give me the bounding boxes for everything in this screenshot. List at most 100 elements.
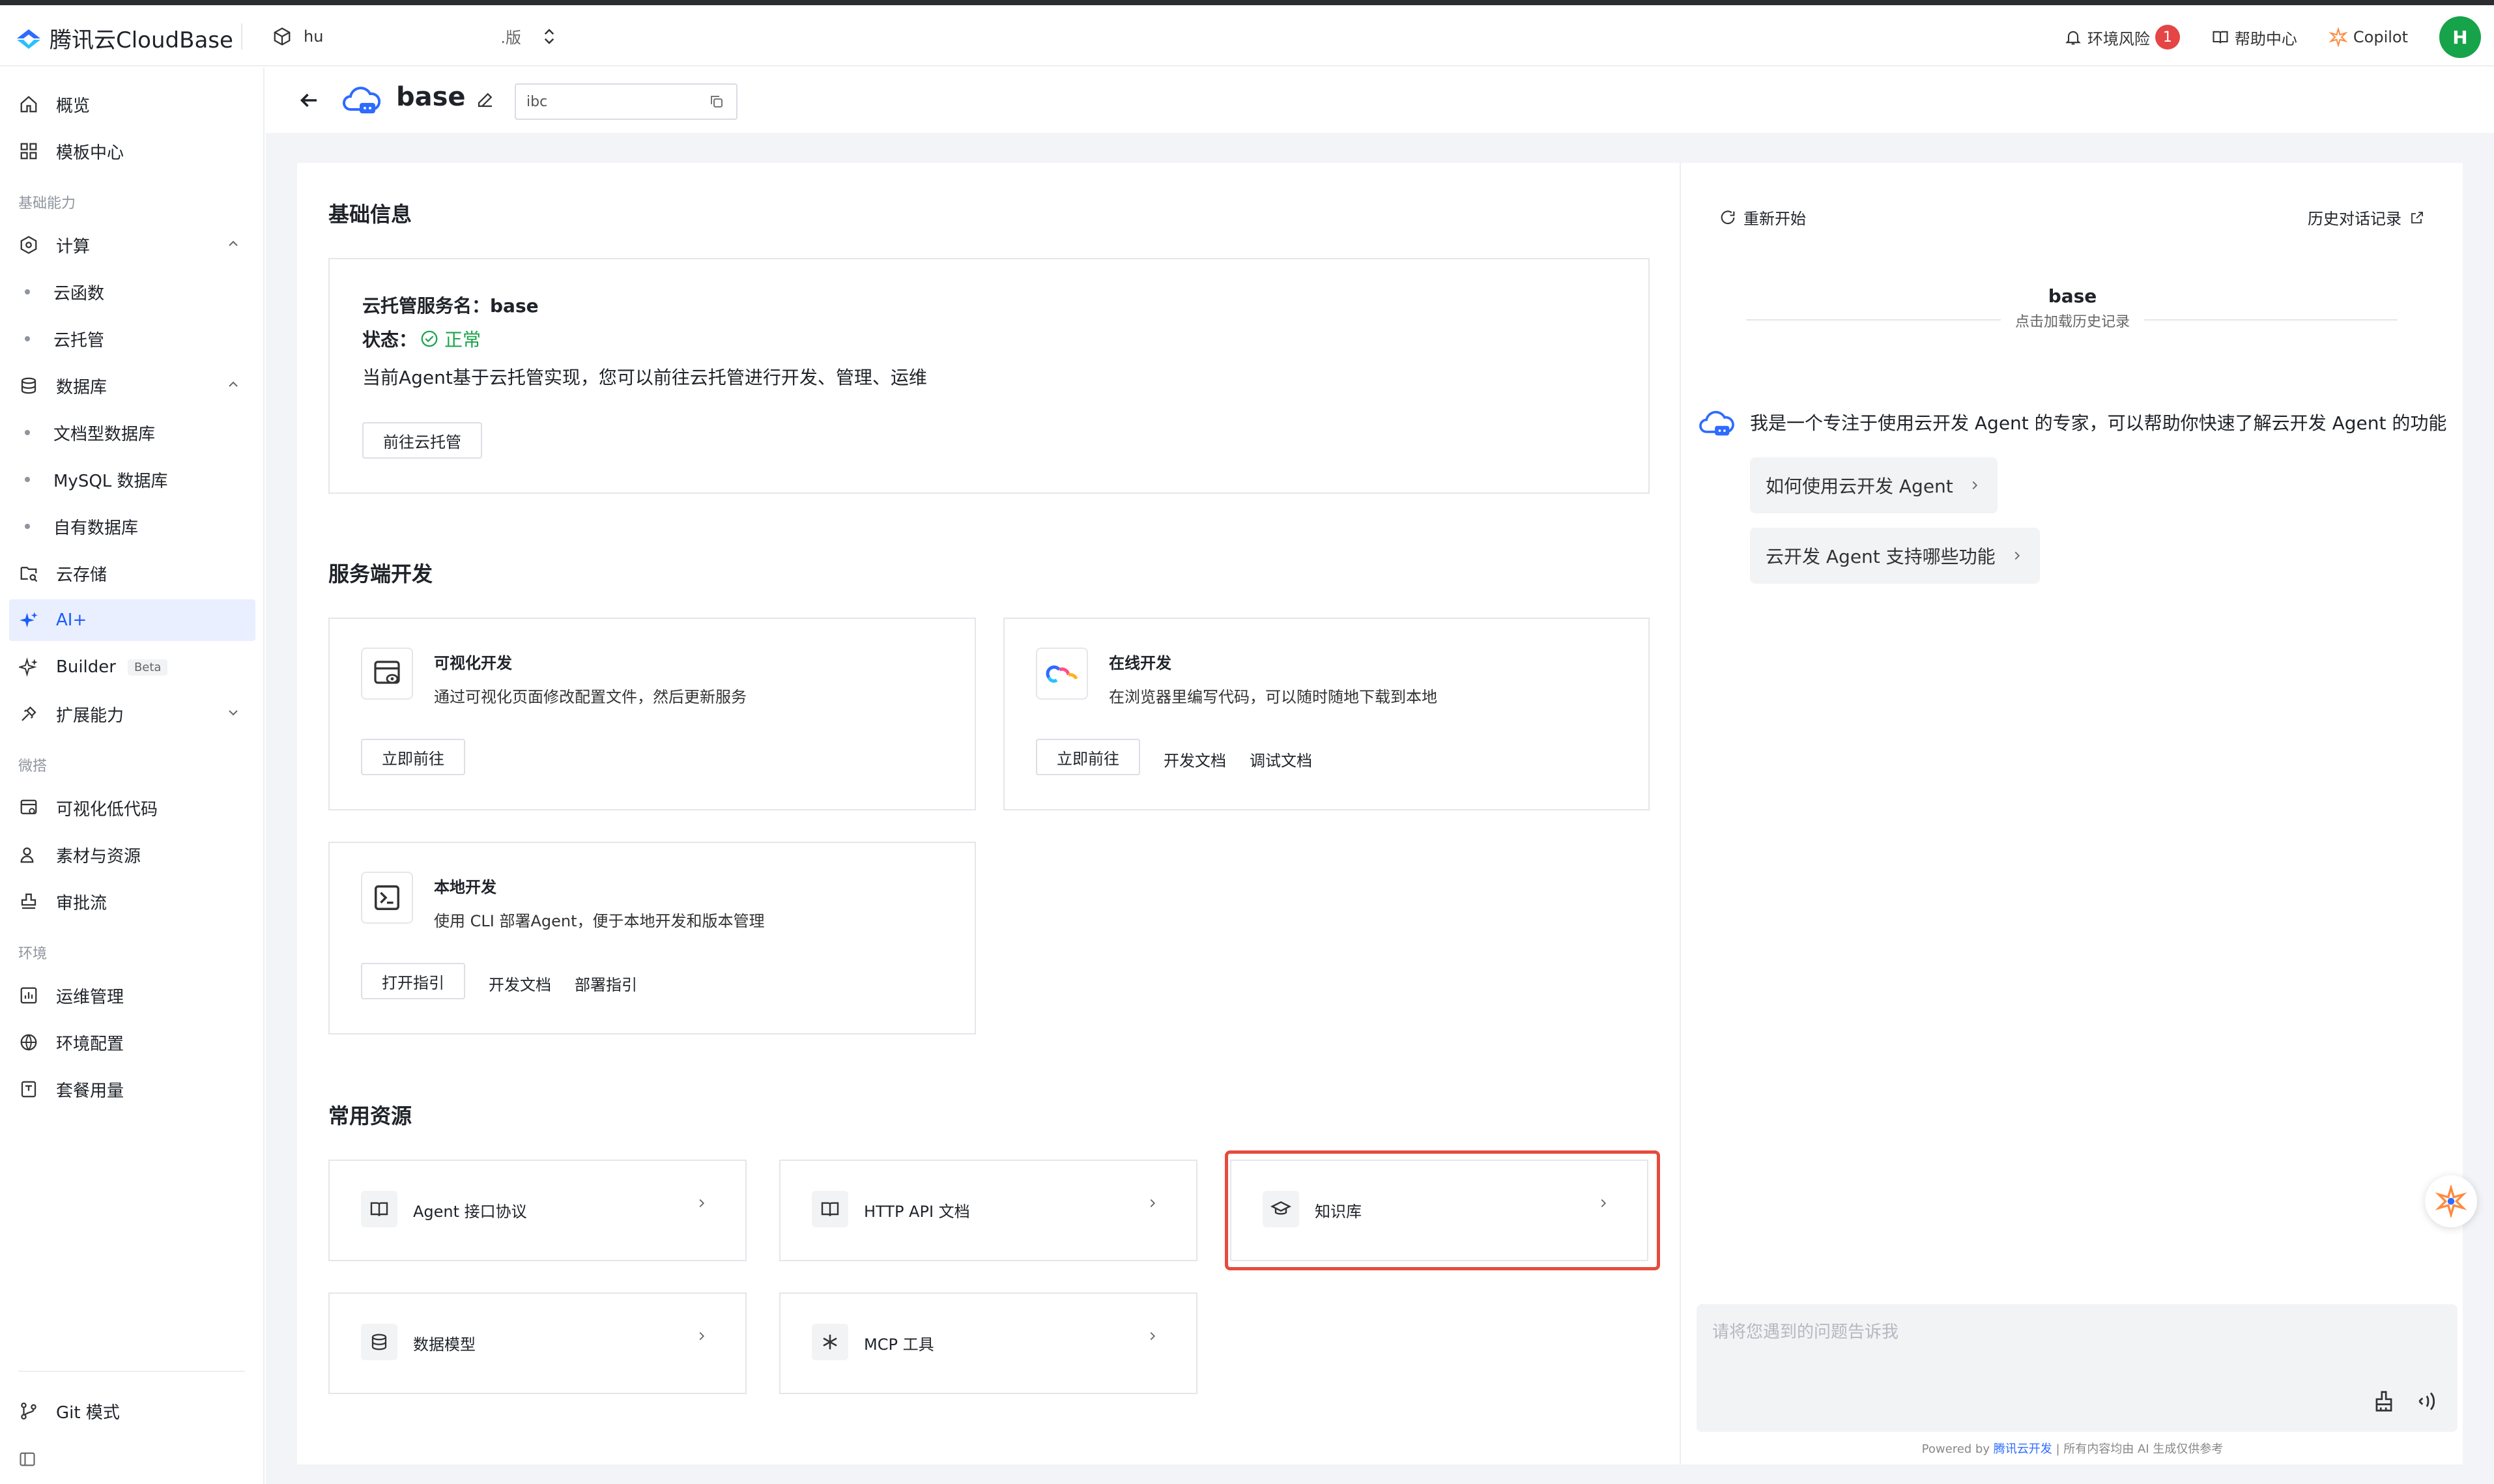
env-switcher[interactable]: hu .版 bbox=[272, 25, 556, 48]
sparkle-icon bbox=[18, 610, 39, 631]
copy-icon[interactable] bbox=[709, 94, 724, 109]
user-avatar[interactable]: H bbox=[2439, 16, 2481, 58]
restart-label: 重新开始 bbox=[1743, 210, 1806, 228]
sidebar-item-extensions[interactable]: 扩展能力 bbox=[9, 693, 255, 735]
divider bbox=[241, 23, 242, 50]
sidebar-item-label: 套餐用量 bbox=[56, 1081, 124, 1101]
highlight-box bbox=[1225, 1150, 1660, 1270]
service-name-line: 云托管服务名：base bbox=[362, 292, 539, 318]
online-dev-docs-link[interactable]: 开发文档 bbox=[1164, 748, 1226, 771]
sidebar-item-overview[interactable]: 概览 bbox=[9, 83, 255, 125]
main-area: base ibc 基础信息 云托管服务名：base 状态： 正常 当前Agent… bbox=[266, 68, 2494, 1484]
copilot-link[interactable]: Copilot bbox=[2329, 27, 2408, 47]
resource-card-data-model[interactable]: 数据模型 bbox=[328, 1292, 747, 1394]
sidebar-item-label: 数据库 bbox=[56, 377, 108, 397]
online-debug-docs-link[interactable]: 调试文档 bbox=[1250, 748, 1312, 771]
service-name: base bbox=[396, 82, 466, 112]
home-icon bbox=[18, 94, 39, 115]
open-guide-button[interactable]: 打开指引 bbox=[361, 963, 465, 999]
sidebar-item-mysql-db[interactable]: MySQL 数据库 bbox=[9, 459, 255, 500]
sidebar-item-own-db[interactable]: 自有数据库 bbox=[9, 506, 255, 547]
visual-dev-go-button[interactable]: 立即前往 bbox=[361, 739, 465, 775]
sidebar-item-label: 审批流 bbox=[56, 893, 108, 913]
sidebar-item-label: 云存储 bbox=[56, 565, 108, 585]
sidebar-item-storage[interactable]: 云存储 bbox=[9, 552, 255, 594]
sidebar-item-database[interactable]: 数据库 bbox=[9, 365, 255, 407]
chevron-right-icon bbox=[1150, 1332, 1156, 1341]
brush-clear-icon[interactable] bbox=[2372, 1389, 2396, 1414]
sidebar-item-label: 可视化低代码 bbox=[56, 799, 158, 820]
resource-label: 数据模型 bbox=[413, 1335, 476, 1354]
sidebar-item-ai[interactable]: AI+ bbox=[9, 599, 255, 641]
dev-card-desc: 在浏览器里编写代码，可以随时随地下载到本地 bbox=[1109, 688, 1437, 706]
chevron-right-icon bbox=[1972, 481, 1977, 490]
local-dev-docs-link[interactable]: 开发文档 bbox=[489, 972, 551, 995]
edit-pencil-icon[interactable] bbox=[476, 90, 495, 109]
back-arrow-icon[interactable] bbox=[297, 89, 321, 112]
sidebar-item-env-config[interactable]: 环境配置 bbox=[9, 1021, 255, 1063]
sidebar-item-label: 自有数据库 bbox=[53, 518, 139, 538]
restart-button[interactable]: 重新开始 bbox=[1719, 206, 1806, 229]
sidebar-item-builder[interactable]: Builder Beta bbox=[9, 646, 255, 688]
dev-card-desc: 通过可视化页面修改配置文件，然后更新服务 bbox=[434, 688, 747, 706]
resource-card-mcp-tools[interactable]: MCP 工具 bbox=[779, 1292, 1197, 1394]
book-icon bbox=[2213, 31, 2228, 44]
sidebar-item-functions[interactable]: 云函数 bbox=[9, 271, 255, 313]
sidebar-item-label: 云托管 bbox=[53, 330, 105, 350]
asterisk-icon bbox=[812, 1324, 848, 1360]
sidebar-divider bbox=[18, 1371, 245, 1372]
sidebar-item-usage[interactable]: 套餐用量 bbox=[9, 1068, 255, 1110]
help-center-link[interactable]: 帮助中心 bbox=[2211, 26, 2297, 49]
env-risk-link[interactable]: 环境风险 1 bbox=[2064, 25, 2180, 50]
load-history-link[interactable]: 点击加载历史记录 bbox=[1681, 310, 2464, 331]
goto-cloudrun-button[interactable]: 前往云托管 bbox=[362, 422, 482, 459]
voice-wave-icon[interactable] bbox=[2413, 1389, 2438, 1414]
chat-input-box bbox=[1697, 1304, 2458, 1432]
agent-name: base bbox=[2048, 285, 2097, 307]
online-dev-go-button[interactable]: 立即前往 bbox=[1036, 739, 1140, 775]
suggestion-chip[interactable]: 如何使用云开发 Agent bbox=[1750, 457, 1998, 513]
resource-card-http-api[interactable]: HTTP API 文档 bbox=[779, 1160, 1197, 1261]
sidebar-item-label: 概览 bbox=[56, 96, 91, 116]
sidebar-item-label: 模板中心 bbox=[56, 143, 124, 163]
floating-copilot-button[interactable] bbox=[2425, 1175, 2477, 1227]
window-top-bar bbox=[0, 0, 2494, 5]
sidebar-item-doc-db[interactable]: 文档型数据库 bbox=[9, 412, 255, 453]
sidebar-item-lowcode[interactable]: 可视化低代码 bbox=[9, 787, 255, 829]
database-icon bbox=[18, 375, 39, 396]
copilot-icon bbox=[2435, 1185, 2467, 1218]
dev-card-visual: 可视化开发 通过可视化页面修改配置文件，然后更新服务 立即前往 bbox=[328, 618, 976, 810]
sidebar-item-compute[interactable]: 计算 bbox=[9, 224, 255, 266]
sidebar-item-git-mode[interactable]: Git 模式 bbox=[9, 1390, 255, 1432]
page-header: base ibc bbox=[266, 68, 2494, 133]
sidebar-item-assets[interactable]: 素材与资源 bbox=[9, 834, 255, 876]
sidebar-item-templates[interactable]: 模板中心 bbox=[9, 130, 255, 172]
agent-chat-panel: 重新开始 历史对话记录 base 点击加载历史记录 我是一个专注于使用云开发 A… bbox=[1680, 163, 2463, 1464]
env-risk-label: 环境风险 bbox=[2087, 29, 2150, 48]
chevron-updown-icon bbox=[544, 28, 554, 44]
sidebar-item-cloudrun[interactable]: 云托管 bbox=[9, 318, 255, 360]
sidebar-collapse-button[interactable] bbox=[9, 1438, 48, 1480]
sidebar-item-ops[interactable]: 运维管理 bbox=[9, 975, 255, 1016]
sidebar-collapse-icon bbox=[18, 1449, 36, 1470]
powered-brand-link[interactable]: 腾讯云开发 bbox=[1994, 1442, 2052, 1456]
deploy-guide-link[interactable]: 部署指引 bbox=[575, 972, 637, 995]
window-eye-icon bbox=[18, 797, 39, 818]
chevron-right-icon bbox=[1150, 1199, 1156, 1208]
chevron-up-icon bbox=[229, 381, 238, 387]
history-link[interactable]: 历史对话记录 bbox=[2308, 206, 2425, 229]
service-id-field[interactable]: ibc bbox=[515, 83, 738, 120]
sidebar-item-label: Git 模式 bbox=[56, 1403, 120, 1423]
chat-input[interactable] bbox=[1712, 1319, 2364, 1358]
resource-label: Agent 接口协议 bbox=[413, 1203, 527, 1221]
cloud-agent-icon bbox=[343, 87, 380, 113]
chevron-right-icon bbox=[699, 1332, 705, 1341]
sidebar-item-approval[interactable]: 审批流 bbox=[9, 881, 255, 922]
terminal-icon bbox=[361, 872, 413, 924]
resource-card-agent-protocol[interactable]: Agent 接口协议 bbox=[328, 1160, 747, 1261]
sidebar-item-label: Builder bbox=[56, 657, 116, 677]
status-label: 状态： bbox=[362, 329, 418, 350]
env-risk-badge: 1 bbox=[2155, 25, 2180, 50]
brand-logo[interactable]: 腾讯云CloudBase bbox=[14, 22, 233, 54]
suggestion-chip[interactable]: 云开发 Agent 支持哪些功能 bbox=[1750, 528, 2040, 584]
